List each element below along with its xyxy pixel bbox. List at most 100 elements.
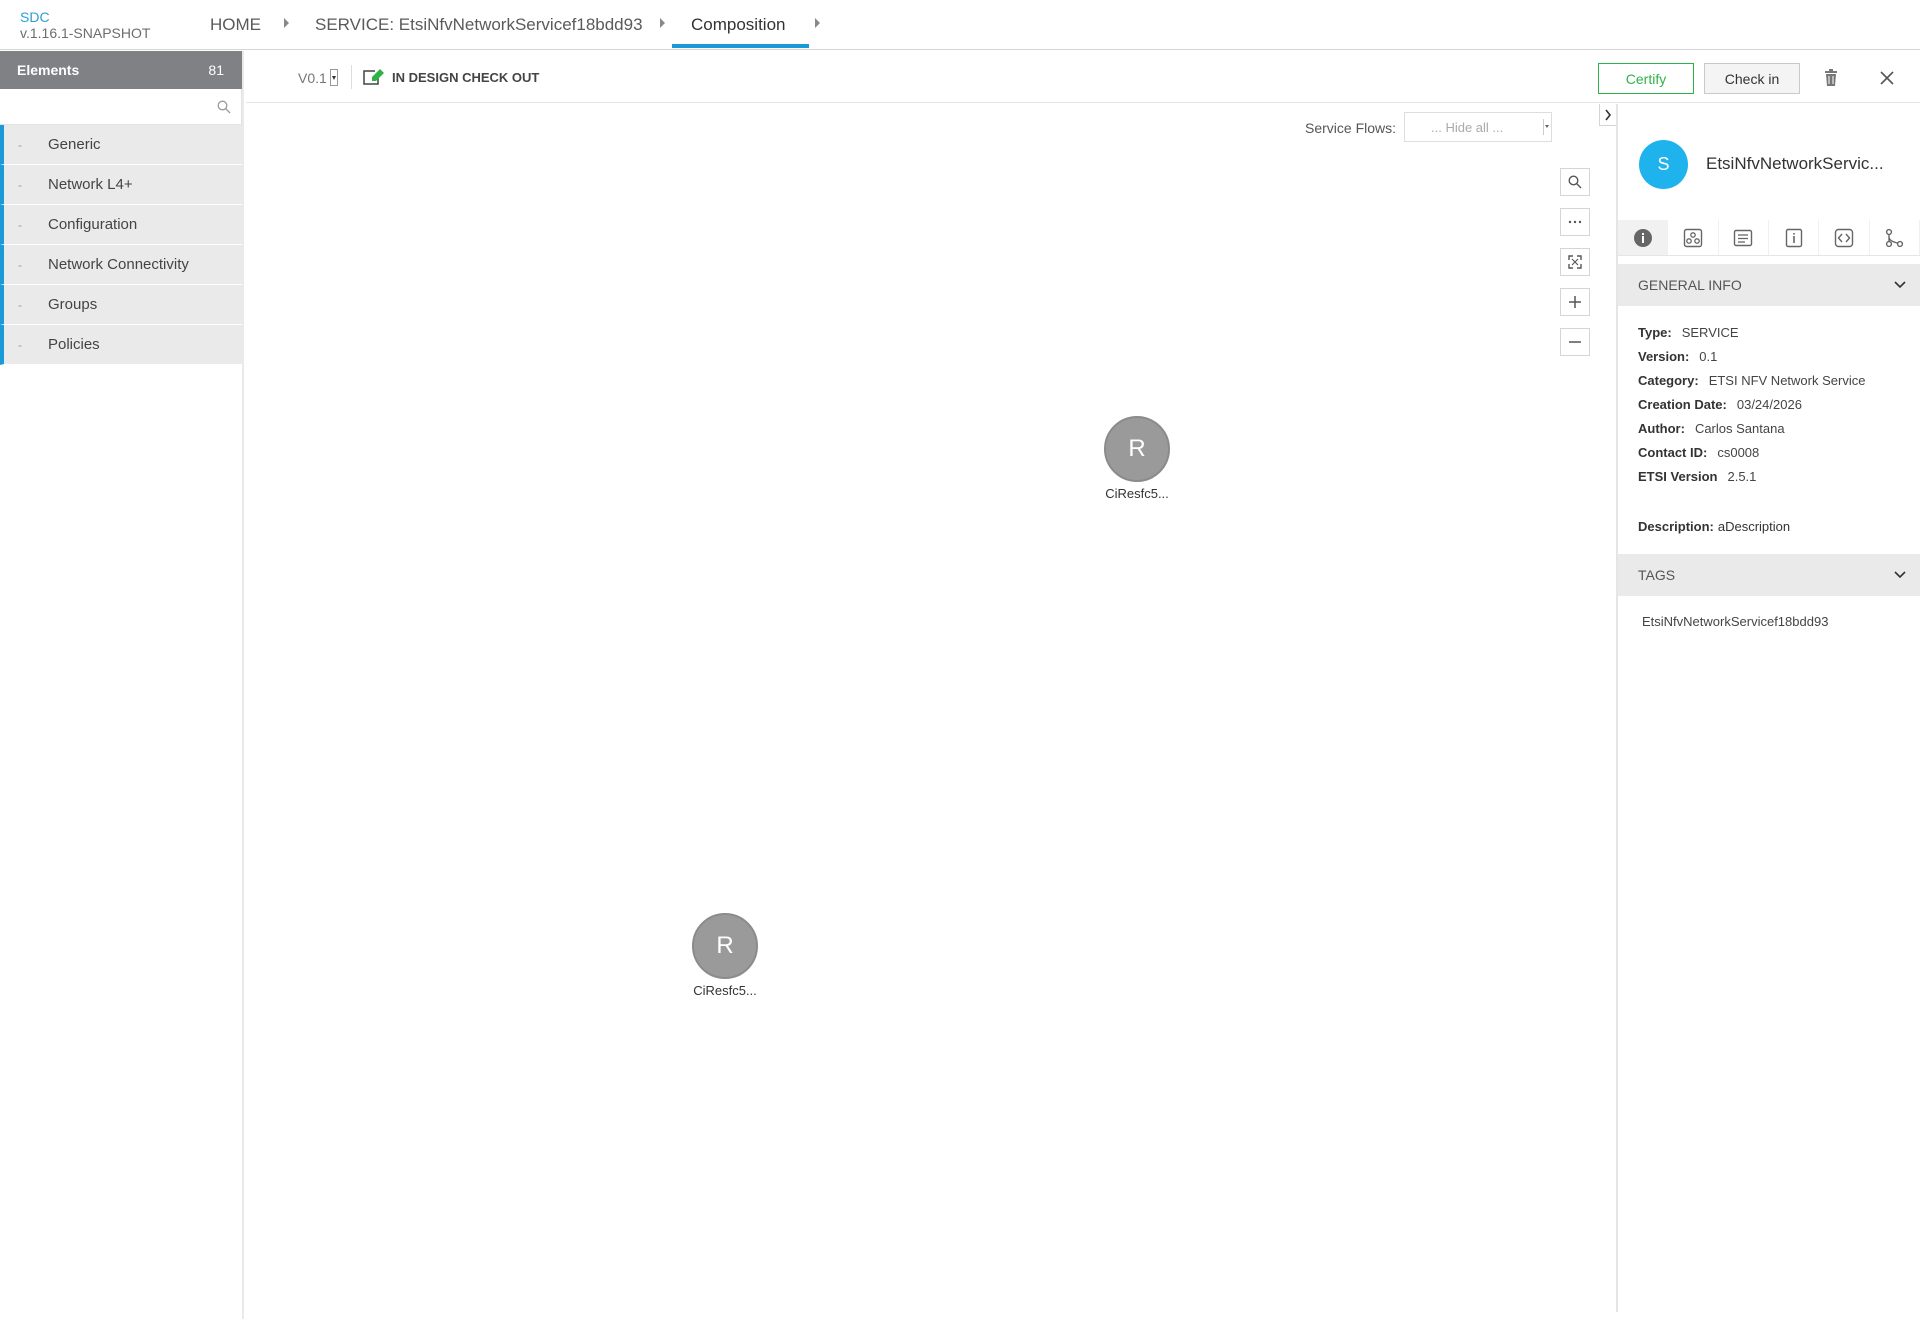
info-row-version: Version: 0.1 [1638,344,1900,368]
info-key: Contact ID: [1638,444,1708,460]
breadcrumb-service[interactable]: SERVICE: EtsiNfvNetworkServicef18bdd93 [315,15,643,35]
palette-search-input[interactable] [0,89,241,124]
info-row-etsi-version: ETSI Version 2.5.1 [1638,464,1900,488]
breadcrumb-arrow-icon[interactable] [660,18,665,28]
version-value: V0.1 [298,69,327,86]
node-label: CiResfc5... [1105,486,1169,501]
canvas-search-button[interactable] [1560,168,1590,196]
check-in-button[interactable]: Check in [1704,63,1800,94]
info-row-type: Type: SERVICE [1638,320,1900,344]
info-value: Carlos Santana [1694,420,1785,436]
chevron-right-icon [1605,109,1612,120]
composition-canvas[interactable]: Service Flows: ... Hide all ... R CiResf… [246,104,1617,1312]
node-icon[interactable]: R [1104,416,1170,482]
zoom-in-button[interactable] [1560,288,1590,316]
tab-relations[interactable] [1870,220,1920,255]
chevron-down-icon[interactable] [1894,571,1906,579]
info-row-description: Description: aDescription [1638,514,1900,538]
chevron-down-icon[interactable] [329,69,338,86]
palette-group-label: Network L4+ [48,176,133,193]
palette-search [0,89,242,125]
palette-group-label: Groups [48,296,98,313]
breadcrumb-composition[interactable]: Composition [691,15,786,35]
certify-button[interactable]: Certify [1598,63,1694,94]
info-filled-icon [1633,228,1652,247]
tab-deployment-artifacts[interactable] [1668,220,1719,255]
app-version: v.1.16.1-SNAPSHOT [20,25,151,41]
collapse-dash-icon: - [18,337,22,352]
breadcrumb-home[interactable]: HOME [210,15,261,35]
properties-icon [1734,229,1753,246]
info-key: Creation Date: [1638,396,1727,412]
canvas-node[interactable]: R CiResfc5... [1087,416,1187,501]
tab-information[interactable] [1769,220,1820,255]
tab-api[interactable] [1819,220,1870,255]
info-key: ETSI Version [1638,468,1718,484]
artifacts-icon [1683,228,1703,247]
details-tabs [1618,220,1920,256]
version-select[interactable]: V0.1 [298,69,338,86]
tab-general-info[interactable] [1618,220,1669,255]
chevron-down-icon[interactable] [1543,119,1549,135]
general-info-title: GENERAL INFO [1638,277,1742,293]
palette-group-configuration[interactable]: - Configuration [0,205,242,245]
info-value: aDescription [1717,518,1791,534]
details-title: EtsiNfvNetworkServic... [1706,154,1884,173]
info-key: Version: [1638,348,1690,364]
general-info-header[interactable]: GENERAL INFO [1618,264,1920,306]
info-value: ETSI NFV Network Service [1708,372,1866,388]
general-info-list: Type: SERVICE Version: 0.1 Category: ETS… [1618,306,1920,538]
trash-icon[interactable] [1823,69,1839,87]
details-panel: S EtsiNfvNetworkServic... GENERAL INFO T… [1616,104,1920,1312]
palette-group-generic[interactable]: - Generic [0,125,242,165]
canvas-node[interactable]: R CiResfc5... [675,913,775,998]
breadcrumb-arrow-icon[interactable] [815,18,820,28]
service-flows-select[interactable]: ... Hide all ... [1404,112,1552,142]
chevron-down-icon[interactable] [1894,281,1906,289]
palette-group-network-connectivity[interactable]: - Network Connectivity [0,245,242,285]
lifecycle-status: IN DESIGN CHECK OUT [362,68,539,86]
info-value: SERVICE [1681,324,1739,340]
palette-group-policies[interactable]: - Policies [0,325,242,365]
tags-title: TAGS [1638,567,1676,583]
info-key: Author: [1638,420,1685,436]
service-avatar: S [1639,140,1688,189]
fit-to-screen-button[interactable] [1560,248,1590,276]
info-row-author: Author: Carlos Santana [1638,416,1900,440]
fit-screen-icon [1568,255,1582,269]
collapse-dash-icon: - [18,177,22,192]
composition-toolbar: V0.1 IN DESIGN CHECK OUT Certify Check i… [246,51,1920,103]
palette-group-label: Configuration [48,216,138,233]
palette-group-groups[interactable]: - Groups [0,285,242,325]
tags-header[interactable]: TAGS [1618,554,1920,596]
search-icon [1568,175,1582,189]
collapse-panel-button[interactable] [1599,104,1617,126]
palette-title: Elements [17,62,80,78]
info-key: Category: [1638,372,1699,388]
canvas-more-button[interactable] [1560,208,1590,236]
active-tab-indicator [672,44,809,48]
info-value: 03/24/2026 [1736,396,1802,412]
plus-icon [1569,296,1581,308]
code-icon [1834,228,1854,247]
collapse-dash-icon: - [18,297,22,312]
details-header: S EtsiNfvNetworkServic... [1618,104,1920,220]
close-icon[interactable] [1880,71,1894,85]
palette-group-label: Policies [48,336,100,353]
app-name: SDC [20,9,50,25]
zoom-out-button[interactable] [1560,328,1590,356]
more-icon [1568,220,1582,224]
app-logo[interactable]: SDC v.1.16.1-SNAPSHOT [20,9,150,41]
palette-group-label: Network Connectivity [48,256,189,273]
info-row-category: Category: ETSI NFV Network Service [1638,368,1900,392]
tab-properties[interactable] [1719,220,1769,255]
info-value: 2.5.1 [1727,468,1757,484]
node-icon[interactable]: R [692,913,758,979]
toolbar-divider [351,65,352,89]
node-label: CiResfc5... [693,983,757,998]
breadcrumb-arrow-icon[interactable] [284,18,289,28]
palette-group-network-l4[interactable]: - Network L4+ [0,165,242,205]
search-icon[interactable] [217,100,231,114]
service-flows-value: ... Hide all ... [1431,119,1504,135]
elements-palette: Elements 81 - Generic - Network L4+ - Co… [0,51,244,1319]
